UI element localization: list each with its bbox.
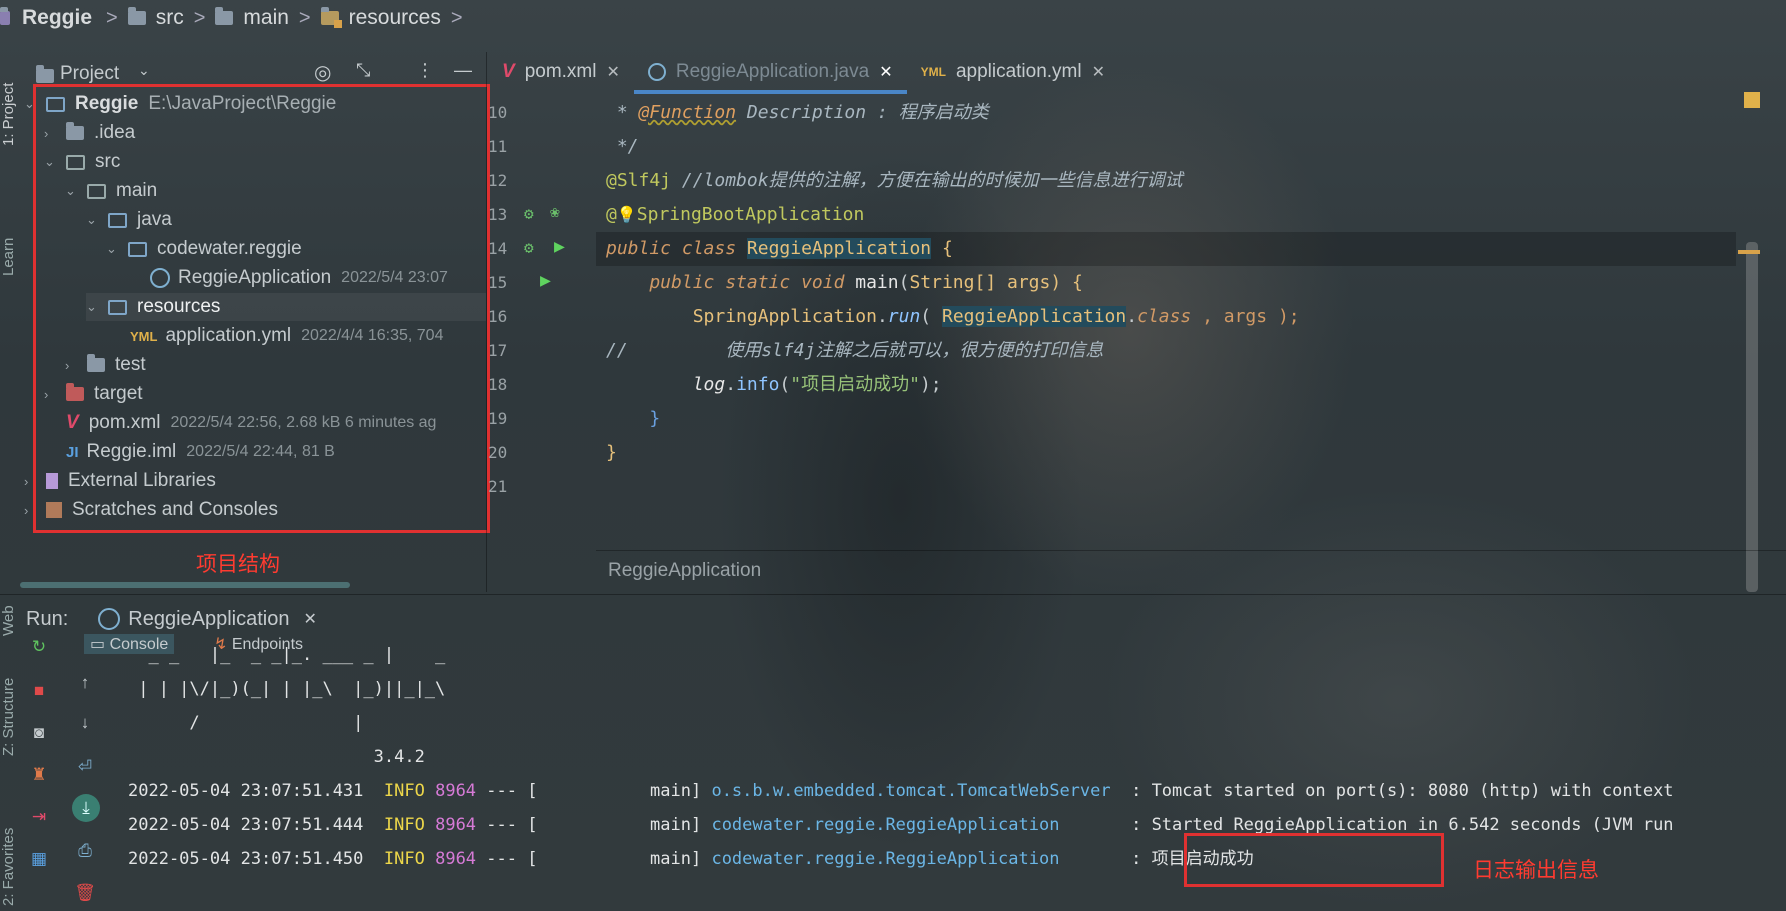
error-stripe-mark bbox=[1738, 250, 1760, 254]
maven-file-icon: V bbox=[502, 61, 515, 82]
line-number: 21 bbox=[488, 477, 508, 496]
line-number: 15 bbox=[488, 273, 508, 292]
line-number: 18 bbox=[488, 375, 508, 394]
run-panel-divider bbox=[0, 594, 1786, 595]
run-panel-header: Run: ReggieApplication ✕ bbox=[22, 604, 1786, 634]
chevron-right-icon: > bbox=[298, 6, 311, 29]
log-output-annotation: 日志输出信息 bbox=[1473, 859, 1599, 882]
breadcrumb-item-root[interactable]: Reggie bbox=[0, 6, 92, 30]
chevron-right-icon: > bbox=[450, 6, 463, 29]
tool-window-favorites[interactable]: 2: Favorites bbox=[0, 828, 17, 906]
line-number: 10 bbox=[488, 103, 508, 122]
project-structure-highlight-box bbox=[33, 84, 490, 533]
locate-icon[interactable]: ◎ bbox=[314, 60, 331, 85]
run-toolbar: ↻ ■ ◙ ♜ ⇥ ▦ bbox=[26, 636, 56, 911]
tool-window-learn[interactable]: Learn bbox=[0, 238, 17, 276]
camera-icon[interactable]: ◙ bbox=[28, 722, 50, 744]
lightbulb-icon[interactable]: 💡 bbox=[617, 205, 637, 224]
spring-banner-line: 3.4.2 bbox=[128, 747, 425, 767]
line-number: 19 bbox=[488, 409, 508, 428]
arrow-down-icon[interactable]: ↓ bbox=[74, 712, 96, 734]
spring-boot-icon[interactable]: ❀ bbox=[550, 202, 560, 221]
folder-icon bbox=[215, 7, 234, 25]
close-icon[interactable]: ✕ bbox=[303, 609, 316, 629]
inspection-warning-icon[interactable] bbox=[1744, 92, 1760, 108]
project-view-selector[interactable]: Project bbox=[60, 63, 119, 85]
chevron-right-icon: > bbox=[106, 6, 118, 29]
line-number: 11 bbox=[488, 137, 508, 156]
close-icon[interactable]: ✕ bbox=[1092, 62, 1105, 82]
soft-wrap-icon[interactable]: ⏎ bbox=[74, 756, 96, 778]
line-number: 14 bbox=[488, 239, 508, 258]
folder-icon bbox=[127, 7, 146, 25]
editor-minimap bbox=[1738, 92, 1782, 592]
tab-application-yml[interactable]: YML application.yml ✕ bbox=[907, 52, 1119, 92]
spring-banner-line: / | bbox=[128, 713, 364, 733]
spring-banner-line: _ _ |_ _ _|_. ___ _ | _ bbox=[128, 645, 446, 665]
log-output-highlight-box bbox=[1184, 833, 1444, 887]
spring-class-icon bbox=[647, 63, 666, 81]
close-icon[interactable]: ✕ bbox=[879, 62, 892, 82]
run-icon[interactable]: ▶ bbox=[540, 270, 551, 291]
stop-icon[interactable]: ■ bbox=[28, 680, 50, 702]
chevron-down-icon[interactable]: ⌄ bbox=[138, 62, 150, 79]
breadcrumb-item-resources[interactable]: resources bbox=[320, 6, 441, 30]
line-number: 20 bbox=[488, 443, 508, 462]
line-number: 16 bbox=[488, 307, 508, 326]
editor-footer-divider bbox=[596, 550, 1786, 551]
run-label: Run: bbox=[26, 607, 69, 630]
left-tool-strip: 1: Project Learn Web Z: Structure 2: Fav… bbox=[0, 36, 20, 911]
horizontal-scrollbar[interactable] bbox=[20, 582, 350, 588]
tab-reggie-application-java[interactable]: ReggieApplication.java ✕ bbox=[633, 52, 907, 94]
exit-icon[interactable]: ⇥ bbox=[28, 806, 50, 828]
tool-window-web[interactable]: Web bbox=[0, 605, 17, 636]
line-number: 17 bbox=[488, 341, 508, 360]
spring-bean-icon[interactable]: ⚙ bbox=[524, 238, 534, 257]
line-number: 13 bbox=[488, 205, 508, 224]
collapse-all-icon[interactable]: ⤡ bbox=[356, 60, 370, 81]
log-line: 2022-05-04 23:07:51.450 INFO 8964 --- [ … bbox=[128, 849, 1254, 869]
editor-tabs: V pom.xml ✕ ReggieApplication.java ✕ YML… bbox=[488, 52, 1786, 94]
vertical-scrollbar[interactable] bbox=[1746, 242, 1758, 592]
plugin-icon[interactable]: ♜ bbox=[28, 764, 50, 786]
print-icon[interactable]: ⎙ bbox=[74, 840, 96, 862]
breadcrumb-item-src[interactable]: src bbox=[127, 6, 184, 30]
tab-pom-xml[interactable]: V pom.xml ✕ bbox=[488, 52, 634, 92]
project-icon bbox=[0, 7, 10, 25]
panel-divider bbox=[486, 52, 487, 592]
layout-icon[interactable]: ▦ bbox=[28, 848, 50, 870]
resources-folder-icon bbox=[320, 7, 342, 28]
arrow-up-icon[interactable]: ↑ bbox=[74, 672, 96, 694]
yaml-file-icon: YML bbox=[920, 65, 946, 79]
log-line: 2022-05-04 23:07:51.431 INFO 8964 --- [ … bbox=[128, 781, 1674, 801]
run-icon[interactable]: ▶ bbox=[554, 236, 565, 257]
breadcrumb-item-main[interactable]: main bbox=[215, 6, 289, 30]
spring-class-icon bbox=[98, 608, 121, 630]
tool-window-structure[interactable]: Z: Structure bbox=[0, 678, 17, 756]
editor-breadcrumb[interactable]: ReggieApplication bbox=[608, 560, 761, 582]
breadcrumb: Reggie > src > main > resources > bbox=[0, 0, 1786, 36]
run-config-tab[interactable]: ReggieApplication bbox=[128, 608, 289, 631]
console-toolbar: ↑ ↓ ⏎ ⤓ ⎙ 🗑 bbox=[68, 660, 104, 911]
tool-window-project[interactable]: 1: Project bbox=[0, 83, 17, 146]
spring-banner-line: | | |\/|_)(_| | |_\ |_)||_|_\ bbox=[128, 679, 446, 699]
scroll-to-end-icon[interactable]: ⤓ bbox=[72, 794, 100, 822]
chevron-right-icon: > bbox=[193, 6, 206, 29]
trash-icon[interactable]: 🗑 bbox=[74, 882, 96, 904]
project-view-icon bbox=[36, 65, 54, 83]
rerun-icon[interactable]: ↻ bbox=[28, 636, 50, 658]
close-icon[interactable]: ✕ bbox=[606, 62, 619, 82]
hide-panel-icon[interactable]: — bbox=[454, 60, 472, 81]
console-icon: ▭ bbox=[90, 636, 110, 653]
project-structure-annotation: 项目结构 bbox=[196, 553, 280, 576]
line-number: 12 bbox=[488, 171, 508, 190]
more-options-icon[interactable]: ⋮ bbox=[416, 60, 434, 81]
spring-bean-icon[interactable]: ⚙ bbox=[524, 204, 534, 223]
